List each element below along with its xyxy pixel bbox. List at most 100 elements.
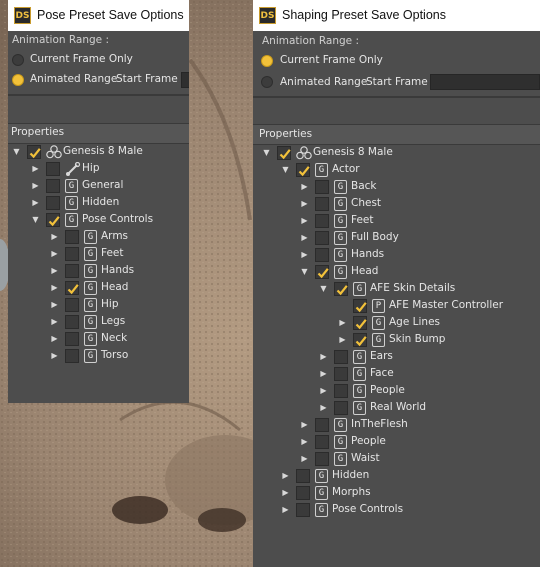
tree-row-hip[interactable]: ▶ G Hip	[8, 297, 189, 314]
expand-right-arrow-icon[interactable]: ▶	[281, 505, 290, 515]
current-frame-radio[interactable]	[12, 54, 24, 66]
expand-right-arrow-icon[interactable]: ▶	[281, 488, 290, 498]
tree-row-afe-skin-details[interactable]: ▼ G AFE Skin Details	[253, 281, 540, 298]
tree-row-age-lines[interactable]: ▶ G Age Lines	[253, 315, 540, 332]
tree-row-genesis-8-male[interactable]: ▼ Genesis 8 Male	[253, 145, 540, 162]
checkbox-waist[interactable]	[315, 452, 329, 466]
tree-row-arms[interactable]: ▶ G Arms	[8, 229, 189, 246]
expand-right-arrow-icon[interactable]: ▶	[300, 216, 309, 226]
tree-row-chest[interactable]: ▶ G Chest	[253, 196, 540, 213]
checkbox-head[interactable]	[315, 265, 329, 279]
tree-row-neck[interactable]: ▶ G Neck	[8, 331, 189, 348]
tree-row-ears[interactable]: ▶ G Ears	[253, 349, 540, 366]
tree-row-face[interactable]: ▶ G Face	[253, 366, 540, 383]
tree-row-genesis-8-male[interactable]: ▼ Genesis 8 Male	[8, 144, 189, 161]
checkbox-hands[interactable]	[65, 264, 79, 278]
checkbox-back[interactable]	[315, 180, 329, 194]
tree-row-hands[interactable]: ▶ G Hands	[8, 263, 189, 280]
expand-right-arrow-icon[interactable]: ▶	[300, 437, 309, 447]
start-frame-input[interactable]	[181, 72, 189, 88]
expand-down-arrow-icon[interactable]: ▼	[262, 148, 271, 158]
expand-down-arrow-icon[interactable]: ▼	[31, 215, 40, 225]
tree-row-feet[interactable]: ▶ G Feet	[253, 213, 540, 230]
current-frame-radio[interactable]	[261, 55, 273, 67]
expand-right-arrow-icon[interactable]: ▶	[300, 182, 309, 192]
expand-right-arrow-icon[interactable]: ▶	[300, 199, 309, 209]
checkbox-morphs[interactable]	[296, 486, 310, 500]
expand-right-arrow-icon[interactable]: ▶	[338, 318, 347, 328]
expand-right-arrow-icon[interactable]: ▶	[50, 334, 59, 344]
tree-row-people[interactable]: ▶ G People	[253, 434, 540, 451]
checkbox-age-lines[interactable]	[353, 316, 367, 330]
expand-right-arrow-icon[interactable]: ▶	[31, 164, 40, 174]
tree-row-hands[interactable]: ▶ G Hands	[253, 247, 540, 264]
checkbox-feet[interactable]	[315, 214, 329, 228]
checkbox-hands[interactable]	[315, 248, 329, 262]
tree-row-full-body[interactable]: ▶ G Full Body	[253, 230, 540, 247]
expand-right-arrow-icon[interactable]: ▶	[300, 454, 309, 464]
tree-row-real-world[interactable]: ▶ G Real World	[253, 400, 540, 417]
checkbox-hidden[interactable]	[296, 469, 310, 483]
checkbox-face[interactable]	[334, 367, 348, 381]
expand-right-arrow-icon[interactable]: ▶	[300, 233, 309, 243]
expand-right-arrow-icon[interactable]: ▶	[50, 351, 59, 361]
checkbox-feet[interactable]	[65, 247, 79, 261]
tree-row-head[interactable]: ▼ G Head	[253, 264, 540, 281]
tree-row-intheflesh[interactable]: ▶ G InTheFlesh	[253, 417, 540, 434]
checkbox-hidden[interactable]	[46, 196, 60, 210]
checkbox-torso[interactable]	[65, 349, 79, 363]
expand-right-arrow-icon[interactable]: ▶	[319, 352, 328, 362]
checkbox-general[interactable]	[46, 179, 60, 193]
tree-row-hidden[interactable]: ▶ G Hidden	[253, 468, 540, 485]
checkbox-genesis-8-male[interactable]	[27, 145, 41, 159]
title-bar[interactable]: DS Shaping Preset Save Options	[253, 0, 540, 31]
expand-right-arrow-icon[interactable]: ▶	[50, 232, 59, 242]
tree-row-general[interactable]: ▶ G General	[8, 178, 189, 195]
tree-row-feet[interactable]: ▶ G Feet	[8, 246, 189, 263]
expand-right-arrow-icon[interactable]: ▶	[50, 249, 59, 259]
expand-right-arrow-icon[interactable]: ▶	[319, 403, 328, 413]
checkbox-genesis-8-male[interactable]	[277, 146, 291, 160]
animated-range-radio[interactable]	[12, 74, 24, 86]
checkbox-ears[interactable]	[334, 350, 348, 364]
checkbox-people[interactable]	[315, 435, 329, 449]
checkbox-chest[interactable]	[315, 197, 329, 211]
expand-right-arrow-icon[interactable]: ▶	[319, 386, 328, 396]
expand-right-arrow-icon[interactable]: ▶	[50, 300, 59, 310]
checkbox-full-body[interactable]	[315, 231, 329, 245]
checkbox-intheflesh[interactable]	[315, 418, 329, 432]
expand-right-arrow-icon[interactable]: ▶	[50, 266, 59, 276]
checkbox-real-world[interactable]	[334, 401, 348, 415]
expand-right-arrow-icon[interactable]: ▶	[50, 317, 59, 327]
checkbox-actor[interactable]	[296, 163, 310, 177]
tree-row-skin-bump[interactable]: ▶ G Skin Bump	[253, 332, 540, 349]
expand-right-arrow-icon[interactable]: ▶	[31, 181, 40, 191]
tree-row-legs[interactable]: ▶ G Legs	[8, 314, 189, 331]
tree-row-people[interactable]: ▶ G People	[253, 383, 540, 400]
animated-range-radio[interactable]	[261, 76, 273, 88]
tree-row-hidden[interactable]: ▶ G Hidden	[8, 195, 189, 212]
expand-down-arrow-icon[interactable]: ▼	[300, 267, 309, 277]
tree-row-actor[interactable]: ▼ G Actor	[253, 162, 540, 179]
expand-down-arrow-icon[interactable]: ▼	[319, 284, 328, 294]
checkbox-pose-controls[interactable]	[46, 213, 60, 227]
tree-row-pose-controls[interactable]: ▶ G Pose Controls	[253, 502, 540, 519]
expand-right-arrow-icon[interactable]: ▶	[281, 471, 290, 481]
checkbox-neck[interactable]	[65, 332, 79, 346]
checkbox-pose-controls[interactable]	[296, 503, 310, 517]
checkbox-head[interactable]	[65, 281, 79, 295]
expand-right-arrow-icon[interactable]: ▶	[338, 335, 347, 345]
checkbox-legs[interactable]	[65, 315, 79, 329]
title-bar[interactable]: DS Pose Preset Save Options	[8, 0, 189, 31]
start-frame-input[interactable]	[430, 74, 540, 90]
tree-row-torso[interactable]: ▶ G Torso	[8, 348, 189, 365]
tree-row-afe-master-controller[interactable]: P AFE Master Controller	[253, 298, 540, 315]
checkbox-afe-master-controller[interactable]	[353, 299, 367, 313]
tree-row-hip[interactable]: ▶ Hip	[8, 161, 189, 178]
expand-right-arrow-icon[interactable]: ▶	[300, 420, 309, 430]
tree-row-morphs[interactable]: ▶ G Morphs	[253, 485, 540, 502]
expand-right-arrow-icon[interactable]: ▶	[319, 369, 328, 379]
expand-right-arrow-icon[interactable]: ▶	[300, 250, 309, 260]
tree-row-waist[interactable]: ▶ G Waist	[253, 451, 540, 468]
tree-row-back[interactable]: ▶ G Back	[253, 179, 540, 196]
